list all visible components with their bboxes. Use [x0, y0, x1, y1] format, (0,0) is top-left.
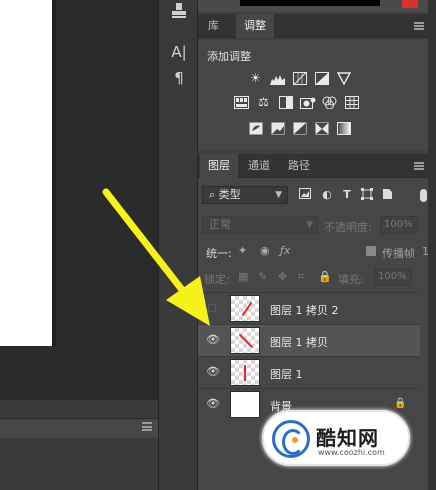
- chevron-down-icon: ▼: [275, 190, 282, 200]
- shape-filter-icon[interactable]: [360, 188, 374, 202]
- layers-menu-icon[interactable]: [414, 162, 424, 170]
- layer-thumbnail: [230, 327, 260, 354]
- layer-thumbnail: [230, 359, 260, 386]
- channel-mixer-icon[interactable]: [322, 96, 337, 110]
- lock-row: 锁定: ▦ ✎ ✥ ⌗ 🔒 填充: 100%: [198, 266, 428, 288]
- unify-style-icon[interactable]: ƒx: [280, 244, 290, 257]
- tool-strip: A| ¶: [158, 0, 198, 490]
- layer-row[interactable]: 图层 1 拷贝 2: [198, 292, 420, 324]
- color-lookup-icon[interactable]: [344, 96, 359, 109]
- color-bar: [240, 0, 380, 6]
- unify-row: 统一: ✦ ◉ ƒx 传播帧 1: [198, 240, 429, 262]
- bottom-panel: [0, 400, 158, 490]
- exposure-icon[interactable]: [314, 72, 329, 85]
- type-filter-icon[interactable]: T: [340, 188, 354, 202]
- propagate-label: 传播帧: [382, 247, 415, 260]
- visibility-toggle-off[interactable]: [208, 304, 216, 312]
- adjustments-tabbar: 库 调整: [198, 14, 428, 38]
- invert-icon[interactable]: [248, 122, 263, 135]
- layer-filter-select[interactable]: ⌕ 类型 ▼: [202, 186, 288, 204]
- pixel-filter-icon[interactable]: [298, 188, 312, 202]
- fill-input[interactable]: 100%: [374, 268, 412, 286]
- layer-name[interactable]: 图层 1 拷贝 2: [270, 302, 339, 318]
- lock-all-icon[interactable]: 🔒: [318, 270, 332, 283]
- gradient-map-icon[interactable]: [336, 122, 351, 135]
- eye-icon[interactable]: 👁: [206, 366, 220, 378]
- lock-image-icon[interactable]: ✎: [258, 270, 267, 283]
- adjustments-title: 添加调整: [207, 50, 251, 63]
- adjustments-body: 添加调整 ☀ ⚖: [198, 40, 428, 150]
- lock-transparent-icon[interactable]: ▦: [238, 270, 248, 283]
- coozhi-logo-icon: [272, 420, 310, 458]
- watermark-url: www.coozhi.com: [318, 448, 385, 457]
- layer-filter-row: ⌕ 类型 ▼ ◐ T: [198, 184, 428, 206]
- lock-artboard-icon[interactable]: ⌗: [298, 270, 304, 284]
- document-edge: [52, 0, 56, 346]
- layer-thumbnail: [230, 391, 260, 418]
- eye-icon[interactable]: 👁: [206, 334, 220, 346]
- red-swatch[interactable]: [402, 0, 418, 8]
- selective-color-icon[interactable]: [314, 122, 329, 135]
- canvas-area[interactable]: [0, 0, 158, 490]
- levels-icon[interactable]: [270, 72, 285, 85]
- color-balance-icon[interactable]: ⚖: [256, 96, 271, 109]
- blend-row: 正常 ▼ 不透明度: 100%: [198, 214, 428, 236]
- eye-icon[interactable]: 👁: [206, 398, 220, 410]
- chevron-down-icon: ▼: [306, 220, 313, 230]
- smart-object-filter-icon[interactable]: [380, 188, 394, 202]
- document-canvas[interactable]: [0, 0, 52, 346]
- propagate-checkbox[interactable]: [366, 246, 376, 256]
- tab-paths[interactable]: 路径: [280, 154, 318, 178]
- unify-visibility-icon[interactable]: ◉: [260, 244, 270, 257]
- blend-mode-value: 正常: [209, 218, 231, 231]
- stamp-icon[interactable]: [169, 2, 189, 22]
- tab-adjustments[interactable]: 调整: [236, 14, 274, 38]
- blend-mode-select[interactable]: 正常 ▼: [202, 216, 318, 234]
- photo-filter-icon[interactable]: [300, 96, 316, 109]
- panel-menu-icon[interactable]: [142, 422, 152, 431]
- watermark-title: 酷知网: [316, 426, 379, 450]
- unify-position-icon[interactable]: ✦: [238, 244, 247, 257]
- lock-icon: 🔒: [394, 398, 407, 409]
- lock-label: 锁定:: [204, 273, 230, 286]
- fill-label: 填充:: [338, 273, 364, 286]
- opacity-label: 不透明度:: [324, 221, 372, 234]
- adjustment-filter-icon[interactable]: ◐: [320, 188, 334, 202]
- adjustments-menu-icon[interactable]: [414, 22, 424, 30]
- layers-tabbar: 图层 通道 路径: [198, 154, 428, 178]
- layer-row[interactable]: 👁 图层 1 拷贝: [198, 324, 420, 356]
- vibrance-icon[interactable]: [336, 72, 351, 86]
- search-icon: ⌕: [209, 188, 216, 201]
- character-panel-icon[interactable]: A|: [169, 42, 189, 62]
- brightness-icon[interactable]: ☀: [248, 72, 263, 85]
- tab-library[interactable]: 库: [200, 14, 227, 38]
- layer-name[interactable]: 图层 1 拷贝: [270, 334, 328, 350]
- black-white-icon[interactable]: [278, 96, 293, 109]
- layer-thumbnail: [230, 295, 260, 322]
- threshold-icon[interactable]: [292, 122, 307, 135]
- layer-name[interactable]: 图层 1: [270, 366, 303, 382]
- opacity-input[interactable]: 100%: [380, 216, 418, 234]
- filter-type-label: 类型: [218, 188, 241, 201]
- lock-position-icon[interactable]: ✥: [278, 270, 287, 283]
- unify-label: 统一:: [206, 247, 232, 260]
- tab-layers[interactable]: 图层: [200, 154, 238, 178]
- watermark: 酷知网 www.coozhi.com: [262, 410, 410, 466]
- tab-channels[interactable]: 通道: [240, 154, 278, 178]
- panel-scrollbar[interactable]: [428, 0, 436, 490]
- curves-icon[interactable]: [292, 72, 307, 85]
- top-strip: [198, 0, 436, 12]
- layer-row[interactable]: 👁 图层 1: [198, 356, 420, 388]
- paragraph-panel-icon[interactable]: ¶: [169, 68, 189, 88]
- posterize-icon[interactable]: [270, 122, 285, 135]
- filter-toggle[interactable]: [420, 189, 427, 202]
- bottom-panel-bar: [0, 418, 158, 438]
- hue-saturation-icon[interactable]: [234, 96, 249, 109]
